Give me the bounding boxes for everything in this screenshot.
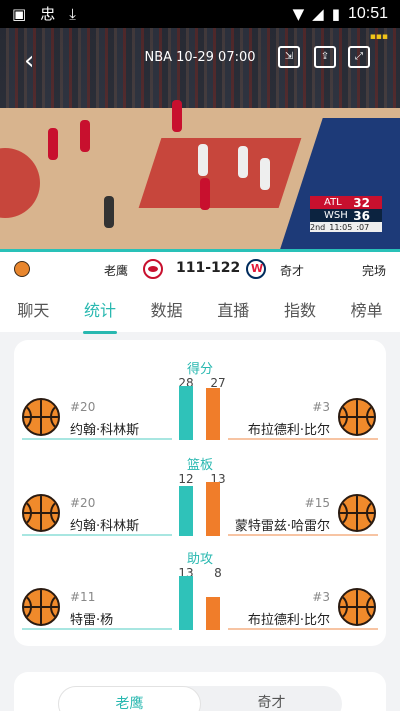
left-player-number: #11 bbox=[70, 590, 96, 604]
stat-right-line bbox=[228, 628, 378, 630]
video-player-figure bbox=[172, 100, 182, 132]
stat-rebounds: 篮板 12 13 #20 约翰·科林斯 #15 蒙特雷兹·哈雷尔 bbox=[14, 452, 386, 548]
video-player-figure bbox=[198, 144, 208, 176]
tab-index[interactable]: 指数 bbox=[280, 297, 320, 321]
video-player-figure bbox=[200, 178, 210, 210]
stat-left-bar bbox=[179, 386, 193, 440]
stat-right-bar bbox=[206, 597, 220, 630]
toggle-home-team[interactable]: 老鹰 bbox=[58, 686, 201, 711]
scorebug-shot-clock: :07 bbox=[356, 222, 370, 232]
tab-data[interactable]: 数据 bbox=[147, 297, 187, 321]
video-player[interactable]: ‹ NBA 10-29 07:00 ▪▪▪ ⇲ ⇪ ⤢ ATL 32 WSH 3… bbox=[0, 28, 400, 252]
video-player-figure bbox=[260, 158, 270, 190]
scorebug-team1-row: ATL 32 bbox=[310, 195, 382, 210]
toggle-away-team[interactable]: 奇才 bbox=[201, 686, 342, 711]
fullscreen-icon[interactable]: ⤢ bbox=[348, 46, 370, 68]
team-toggle: 老鹰 奇才 bbox=[58, 686, 342, 711]
stat-points: 得分 28 27 #20 约翰·科林斯 #3 布拉德利·比尔 bbox=[14, 356, 386, 452]
hawks-logo-icon bbox=[143, 259, 163, 279]
scorebug-team2-row: WSH 36 bbox=[310, 208, 382, 223]
right-player-name[interactable]: 布拉德利·比尔 bbox=[248, 419, 330, 438]
player-avatar-icon[interactable] bbox=[22, 588, 60, 626]
download-icon: ⤓ bbox=[69, 4, 76, 23]
left-player-name[interactable]: 特雷·杨 bbox=[70, 609, 113, 628]
player-avatar-icon[interactable] bbox=[338, 398, 376, 436]
left-player-number: #20 bbox=[70, 400, 96, 414]
stat-category: 助攻 bbox=[186, 552, 213, 567]
right-player-name[interactable]: 布拉德利·比尔 bbox=[248, 609, 330, 628]
home-team-name: 老鹰 bbox=[104, 264, 129, 278]
wifi-icon: ▼ bbox=[292, 5, 305, 23]
match-score: 111-122 bbox=[176, 260, 241, 276]
cast-icon[interactable]: ⇲ bbox=[278, 46, 300, 68]
signal-icon: ◢ bbox=[312, 5, 324, 23]
away-team-name: 奇才 bbox=[280, 264, 305, 278]
tab-stats[interactable]: 统计 bbox=[80, 297, 120, 334]
scorebug: ATL 32 WSH 36 2nd 11:05 :07 bbox=[310, 196, 382, 232]
stat-category: 篮板 bbox=[186, 458, 213, 473]
left-player-name[interactable]: 约翰·科林斯 bbox=[70, 515, 139, 534]
wizards-logo-icon bbox=[246, 259, 266, 279]
image-icon: ▣ bbox=[12, 4, 27, 23]
status-bar: ▣ 忠 ⤓ ▼ ◢ ▮ 10:51 bbox=[0, 0, 400, 28]
scorebug-team2: WSH bbox=[324, 210, 348, 221]
match-bar: 老鹰 111-122 奇才 完场 bbox=[0, 252, 400, 286]
stat-right-line bbox=[228, 534, 378, 536]
left-player-number: #20 bbox=[70, 496, 96, 510]
right-player-name[interactable]: 蒙特雷兹·哈雷尔 bbox=[235, 515, 330, 534]
match-status: 完场 bbox=[361, 264, 386, 278]
player-avatar-icon[interactable] bbox=[22, 494, 60, 532]
basketball-icon bbox=[14, 261, 30, 277]
video-player-figure bbox=[48, 128, 58, 160]
video-player-figure bbox=[238, 146, 248, 178]
stat-right-value: 8 bbox=[214, 566, 222, 580]
stat-left-line bbox=[22, 534, 172, 536]
tab-live[interactable]: 直播 bbox=[213, 297, 253, 321]
stat-right-line bbox=[228, 438, 378, 440]
app-icon: 忠 bbox=[40, 4, 56, 23]
scorebug-clock: 11:05 bbox=[329, 222, 353, 232]
tab-ranking[interactable]: 榜单 bbox=[347, 297, 387, 321]
stat-left-line bbox=[22, 628, 172, 630]
stat-right-bar bbox=[206, 482, 220, 536]
video-title: NBA 10-29 07:00 bbox=[144, 50, 256, 65]
status-time: 10:51 bbox=[347, 5, 388, 22]
stat-right-bar bbox=[206, 388, 220, 440]
leaders-card: 得分 28 27 #20 约翰·科林斯 #3 布拉德利·比尔 篮板 12 13 … bbox=[14, 340, 386, 646]
scorebug-team1-score: 32 bbox=[353, 195, 370, 210]
stat-left-bar bbox=[179, 576, 193, 630]
battery-icon: ▮ bbox=[331, 5, 340, 23]
stat-assists: 助攻 13 8 #11 特雷·杨 #3 布拉德利·比尔 bbox=[14, 546, 386, 642]
video-paint bbox=[138, 138, 302, 208]
stat-category: 得分 bbox=[186, 362, 213, 377]
right-player-number: #15 bbox=[304, 496, 330, 510]
stat-left-line bbox=[22, 438, 172, 440]
video-player-figure bbox=[104, 196, 114, 228]
scorebug-info-row: 2nd 11:05 :07 bbox=[310, 222, 382, 232]
right-player-number: #3 bbox=[312, 400, 330, 414]
share-icon[interactable]: ⇪ bbox=[314, 46, 336, 68]
tab-chat[interactable]: 聊天 bbox=[13, 297, 53, 321]
player-avatar-icon[interactable] bbox=[22, 398, 60, 436]
tab-bar: 聊天 统计 数据 直播 指数 榜单 bbox=[0, 286, 400, 334]
team-stats-card: 老鹰 奇才 bbox=[14, 672, 386, 711]
stat-left-value: 12 bbox=[178, 472, 194, 486]
video-player-figure bbox=[80, 120, 90, 152]
scorebug-quarter: 2nd bbox=[310, 222, 326, 232]
left-player-name[interactable]: 约翰·科林斯 bbox=[70, 419, 139, 438]
player-avatar-icon[interactable] bbox=[338, 588, 376, 626]
right-player-number: #3 bbox=[312, 590, 330, 604]
channel-logo: ▪▪▪ bbox=[369, 32, 388, 42]
scorebug-team1: ATL bbox=[324, 197, 342, 208]
player-avatar-icon[interactable] bbox=[338, 494, 376, 532]
stat-left-bar bbox=[179, 486, 193, 536]
scorebug-team2-score: 36 bbox=[353, 208, 370, 223]
